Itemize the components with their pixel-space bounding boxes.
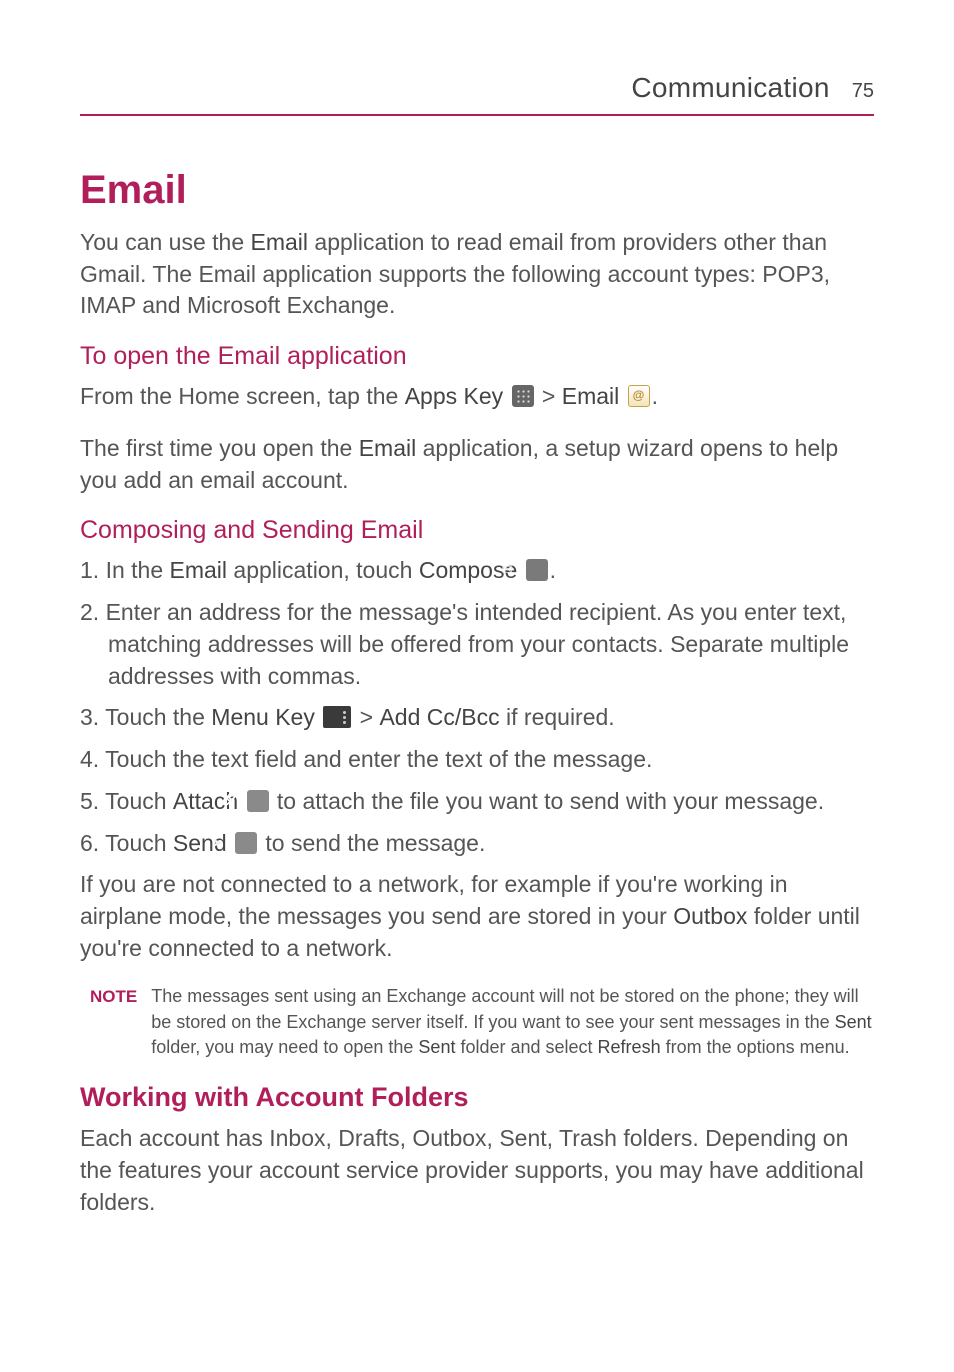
text: > <box>353 704 379 730</box>
text: > <box>536 383 562 409</box>
page: Communication 75 Email You can use the E… <box>0 0 954 1372</box>
step-num: 2. <box>80 599 106 625</box>
email-bold: Email <box>359 435 417 461</box>
text: Touch the <box>105 704 211 730</box>
step-4: 4. Touch the text field and enter the te… <box>80 744 874 776</box>
note-text: The messages sent using an Exchange acco… <box>151 984 874 1060</box>
compose-icon <box>526 559 548 581</box>
sent-bold: Sent <box>835 1012 872 1032</box>
menu-key-label: Menu Key <box>211 704 315 730</box>
note-block: NOTE The messages sent using an Exchange… <box>80 984 874 1060</box>
text: Touch <box>105 788 173 814</box>
text: to send the message. <box>259 830 485 856</box>
step-num: 4. <box>80 746 105 772</box>
text: In the <box>106 557 170 583</box>
outbox-bold: Outbox <box>673 903 747 929</box>
email-bold: Email <box>251 229 309 255</box>
outbox-paragraph: If you are not connected to a network, f… <box>80 869 874 964</box>
text: if required. <box>500 704 615 730</box>
note-label: NOTE <box>90 984 137 1060</box>
text: The first time you open the <box>80 435 359 461</box>
text: folder and select <box>455 1037 597 1057</box>
apps-key-icon <box>512 385 534 407</box>
step-num: 3. <box>80 704 105 730</box>
refresh-bold: Refresh <box>598 1037 661 1057</box>
text: folder, you may need to open the <box>151 1037 418 1057</box>
step-num: 5. <box>80 788 105 814</box>
open-email-desc: The first time you open the Email applic… <box>80 433 874 496</box>
compose-heading: Composing and Sending Email <box>80 516 874 545</box>
sent-bold: Sent <box>418 1037 455 1057</box>
email-intro: You can use the Email application to rea… <box>80 227 874 322</box>
email-app-icon <box>628 385 650 407</box>
page-header: Communication 75 <box>80 72 874 116</box>
step-6: 6. Touch Send to send the message. <box>80 828 874 860</box>
page-number: 75 <box>852 80 874 103</box>
text: You can use the <box>80 229 251 255</box>
email-label: Email <box>562 383 620 409</box>
apps-key-label: Apps Key <box>405 383 503 409</box>
open-email-heading: To open the Email application <box>80 342 874 371</box>
folders-heading: Working with Account Folders <box>80 1082 874 1113</box>
text: The messages sent using an Exchange acco… <box>151 986 858 1031</box>
email-bold: Email <box>170 557 228 583</box>
step-num: 1. <box>80 557 106 583</box>
menu-key-icon <box>323 706 351 728</box>
step-num: 6. <box>80 830 105 856</box>
text: to attach the file you want to send with… <box>271 788 825 814</box>
text: from the options menu. <box>661 1037 850 1057</box>
send-icon <box>235 832 257 854</box>
text: From the Home screen, tap the <box>80 383 405 409</box>
step-3: 3. Touch the Menu Key > Add Cc/Bcc if re… <box>80 702 874 734</box>
email-heading: Email <box>80 168 874 213</box>
step-1: 1. In the Email application, touch Compo… <box>80 555 874 587</box>
text: . <box>550 557 556 583</box>
attach-icon <box>247 790 269 812</box>
text: Touch the text field and enter the text … <box>105 746 652 772</box>
text: . <box>652 383 658 409</box>
open-email-step: From the Home screen, tap the Apps Key >… <box>80 381 874 413</box>
add-cc-bcc-label: Add Cc/Bcc <box>379 704 499 730</box>
text: Enter an address for the message's inten… <box>106 599 849 688</box>
header-section-title: Communication <box>631 72 829 104</box>
step-2: 2. Enter an address for the message's in… <box>80 597 874 692</box>
folders-paragraph: Each account has Inbox, Drafts, Outbox, … <box>80 1123 874 1218</box>
text: Touch <box>105 830 173 856</box>
step-5: 5. Touch Attach to attach the file you w… <box>80 786 874 818</box>
text: application, touch <box>227 557 419 583</box>
